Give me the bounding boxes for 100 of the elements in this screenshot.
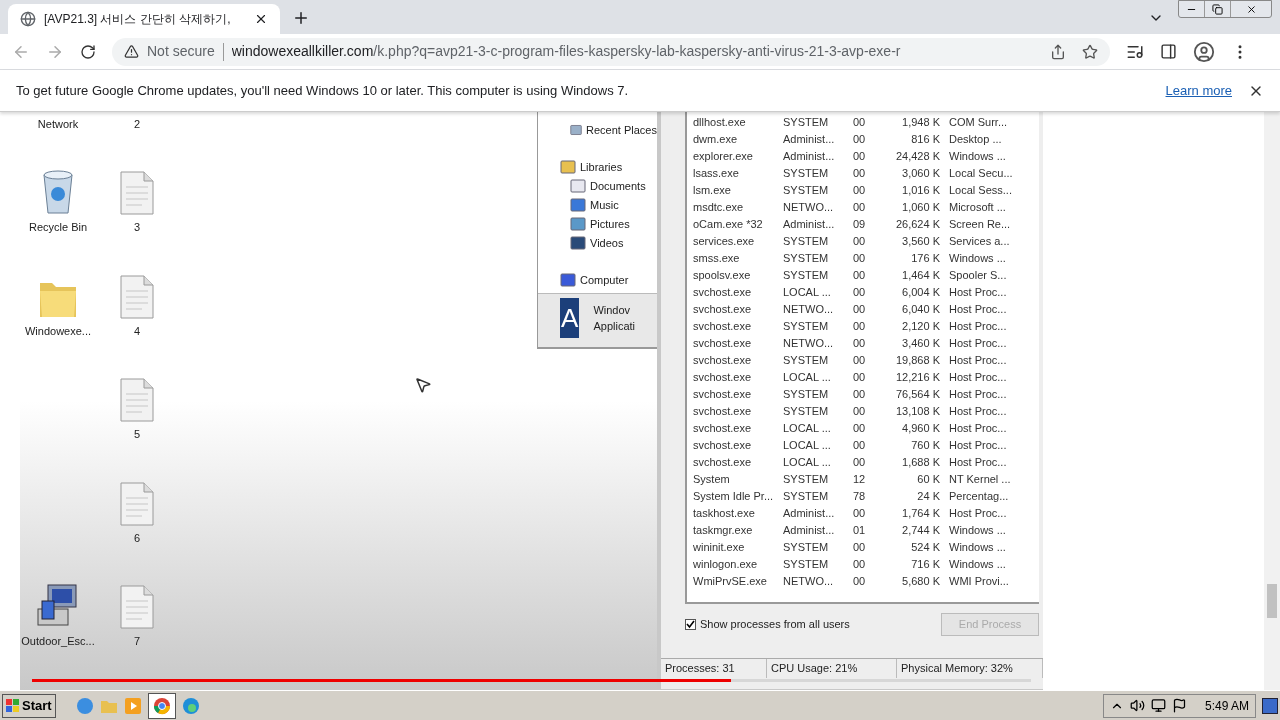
new-tab-icon[interactable] [292, 9, 310, 27]
speaker-icon[interactable] [1129, 698, 1145, 713]
desktop-icon-label[interactable]: Network [37, 116, 79, 133]
user-name: SYSTEM [783, 387, 830, 403]
process-name[interactable]: msdtc.exe [693, 199, 783, 216]
description: Spooler S... [949, 268, 1007, 284]
nav-item[interactable]: Pictures [590, 215, 630, 233]
cpu-value: 00 [853, 455, 867, 471]
checkbox-label[interactable]: Show processes from all users [700, 615, 941, 633]
process-name[interactable]: svchost.exe [693, 284, 783, 301]
process-name[interactable]: svchost.exe [693, 318, 783, 335]
show-desktop-button[interactable] [1262, 697, 1278, 714]
security-label: Not secure [147, 42, 215, 61]
video-progress-track[interactable] [32, 679, 1031, 682]
process-name[interactable]: svchost.exe [693, 352, 783, 369]
desktop-icon-label[interactable]: 4 [133, 322, 141, 340]
desktop-icon-label[interactable]: Windowexe... [25, 322, 91, 340]
desktop-icon-label[interactable]: 7 [133, 633, 141, 650]
cpu-value: 12 [853, 472, 867, 488]
description: Host Proc... [949, 455, 1007, 471]
desktop-icon-label[interactable]: Recycle Bin [28, 219, 88, 236]
learn-more-link[interactable]: Learn more [1165, 80, 1232, 101]
cpu-value: 78 [853, 489, 867, 505]
user-name: Administ... [783, 149, 836, 165]
desktop-icon-label[interactable]: 3 [133, 219, 141, 236]
memory-value: 816 K [910, 132, 940, 148]
process-name[interactable]: smss.exe [693, 250, 783, 267]
show-all-checkbox[interactable] [685, 618, 696, 630]
cpu-value: 00 [853, 574, 867, 590]
memory-value: 3,460 K [901, 336, 940, 352]
bookmark-star-icon[interactable] [1082, 43, 1098, 60]
process-name[interactable]: dllhost.exe [693, 114, 783, 131]
profile-icon[interactable] [1193, 40, 1215, 63]
memory-value: 716 K [910, 557, 940, 573]
process-name[interactable]: svchost.exe [693, 437, 783, 454]
memory-value: 76,564 K [894, 387, 940, 403]
description: Windows ... [949, 523, 1006, 539]
process-name[interactable]: dwm.exe [693, 131, 783, 148]
description: Desktop ... [949, 132, 1002, 148]
memory-value: 1,688 K [901, 455, 940, 471]
process-name[interactable]: svchost.exe [693, 403, 783, 420]
memory-value: 1,060 K [901, 200, 940, 216]
process-name[interactable]: System Idle Pr... [693, 488, 783, 505]
nav-item[interactable]: Music [590, 196, 619, 214]
process-name[interactable]: svchost.exe [693, 301, 783, 318]
user-name: Administ... [783, 132, 836, 148]
nav-item[interactable]: Videos [590, 234, 624, 252]
user-name: SYSTEM [783, 115, 830, 131]
chrome-taskbar-button[interactable] [147, 692, 176, 719]
side-panel-icon[interactable] [1160, 43, 1177, 60]
memory-value: 3,060 K [901, 166, 940, 182]
process-name[interactable]: spoolsv.exe [693, 267, 783, 284]
desktop-icon-label[interactable]: 2 [133, 116, 141, 133]
process-name[interactable]: svchost.exe [693, 386, 783, 403]
process-name[interactable]: explorer.exe [693, 148, 783, 165]
warning-icon [124, 44, 139, 59]
close-icon[interactable] [254, 12, 268, 26]
share-icon[interactable] [1050, 43, 1066, 60]
nav-item[interactable]: Libraries [580, 158, 623, 176]
cpu-value: 00 [853, 132, 867, 148]
desktop-icon-label[interactable]: 5 [133, 426, 141, 443]
user-name: LOCAL ... [783, 421, 832, 437]
browser-tab[interactable]: [AVP21.3] 서비스 간단히 삭제하기, [8, 4, 280, 34]
process-name[interactable]: services.exe [693, 233, 783, 250]
memory-value: 6,004 K [901, 285, 940, 301]
nav-item[interactable]: Documents [590, 177, 646, 195]
desktop-icon-label[interactable]: Outdoor_Esc... [21, 633, 95, 650]
cpu-value: 00 [853, 149, 867, 165]
process-name[interactable]: taskmgr.exe [693, 522, 783, 539]
process-name[interactable]: WmiPrvSE.exe [693, 573, 783, 590]
memory-value: 1,464 K [901, 268, 940, 284]
status-text: Processes: 31 [661, 659, 767, 678]
reload-icon[interactable] [80, 43, 96, 60]
process-name[interactable]: svchost.exe [693, 454, 783, 471]
start-button[interactable]: Start [2, 693, 56, 718]
process-name[interactable]: wininit.exe [693, 539, 783, 556]
memory-value: 2,120 K [901, 319, 940, 335]
process-name[interactable]: winlogon.exe [693, 556, 783, 573]
process-name[interactable]: lsm.exe [693, 182, 783, 199]
process-name[interactable]: svchost.exe [693, 420, 783, 437]
process-name[interactable]: taskhost.exe [693, 505, 783, 522]
user-name: SYSTEM [783, 489, 830, 505]
nav-item[interactable]: Recent Places [586, 121, 657, 139]
video-player[interactable] [20, 112, 1043, 690]
process-name[interactable]: lsass.exe [693, 165, 783, 182]
process-name[interactable]: oCam.exe *32 [693, 216, 783, 233]
process-name[interactable]: System [693, 471, 783, 488]
scrollbar[interactable] [1264, 112, 1280, 690]
desktop-icon-label[interactable]: 6 [133, 529, 141, 547]
description: Windows ... [949, 149, 1006, 165]
process-name[interactable]: svchost.exe [693, 369, 783, 386]
memory-value: 760 K [910, 438, 940, 454]
process-name[interactable]: svchost.exe [693, 335, 783, 352]
user-name: NETWO... [783, 574, 835, 590]
memory-value: 5,680 K [901, 574, 940, 590]
cpu-value: 00 [853, 200, 867, 216]
address-bar[interactable]: Not secure windowexeallkiller.com/k.php?q=avp21-3-c-program-files-kaspersky-lab-kaspersky-anti-virus-21-3-avp-exe-r [112, 37, 1110, 66]
memory-value: 3,560 K [901, 234, 940, 250]
nav-item[interactable]: Computer [580, 271, 629, 289]
flag-icon[interactable] [1171, 698, 1187, 713]
